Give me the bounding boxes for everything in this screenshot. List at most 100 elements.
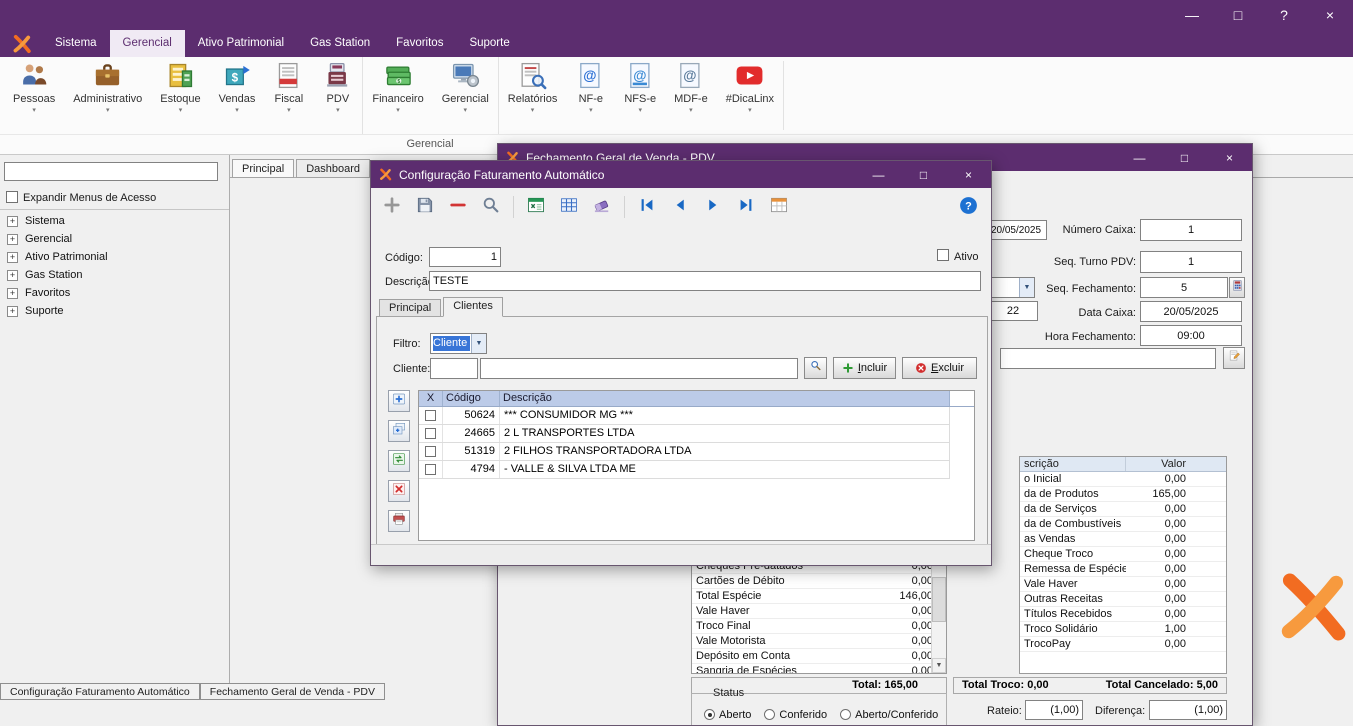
turno-combobox[interactable]: ▼: [988, 277, 1035, 298]
data-caixa-input[interactable]: [1140, 301, 1242, 322]
table-row[interactable]: 513192 FILHOS TRANSPORTADORA LTDA: [419, 443, 950, 461]
data-movimento-field[interactable]: [985, 220, 1047, 240]
ativo-checkbox[interactable]: [937, 249, 949, 261]
report-button[interactable]: [766, 194, 792, 220]
tree-item-favoritos[interactable]: +Favoritos: [0, 284, 229, 302]
task-tab-fechamento-geral-de-venda-pdv[interactable]: Fechamento Geral de Venda - PDV: [200, 683, 385, 700]
nav-last-button[interactable]: [733, 194, 759, 220]
grid-transfer-button[interactable]: [388, 450, 410, 472]
clientes-grid[interactable]: XCódigoDescrição 50624*** CONSUMIDOR MG …: [418, 390, 975, 541]
chevron-down-icon[interactable]: ▼: [471, 334, 486, 353]
ribbon-item-mdf-e[interactable]: @MDF-e▾: [665, 57, 717, 134]
fechamento-minimize-button[interactable]: —: [1117, 144, 1162, 171]
menu-favoritos[interactable]: Favoritos: [383, 30, 456, 57]
menu-gerencial[interactable]: Gerencial: [110, 30, 185, 57]
codigo-caixa-field[interactable]: [988, 301, 1038, 321]
dialog-close-button[interactable]: ×: [946, 161, 991, 188]
dialog-tab-clientes[interactable]: Clientes: [443, 297, 503, 317]
hora-fechamento-input[interactable]: [1140, 325, 1242, 346]
status-radio-conferido[interactable]: Conferido: [764, 709, 827, 721]
task-tab-configuracao-faturamento-automatico[interactable]: Configuração Faturamento Automático: [0, 683, 200, 700]
fechamento-close-button[interactable]: ×: [1207, 144, 1252, 171]
list-row[interactable]: Outras Receitas0,00: [1020, 592, 1226, 607]
list-row[interactable]: Troco Solidário1,00: [1020, 622, 1226, 637]
row-select-cell[interactable]: [419, 443, 443, 460]
list-row[interactable]: Vale Haver0,00: [692, 604, 946, 619]
list-row[interactable]: Depósito em Conta0,00: [692, 649, 946, 664]
expand-plus-icon[interactable]: +: [7, 234, 18, 245]
expand-plus-icon[interactable]: +: [7, 288, 18, 299]
chevron-down-icon[interactable]: ▾: [396, 106, 400, 114]
chevron-down-icon[interactable]: ▾: [32, 106, 36, 114]
grid-delete-button[interactable]: [388, 480, 410, 502]
chevron-down-icon[interactable]: ▾: [336, 106, 340, 114]
ribbon-item-estoque[interactable]: Estoque▾: [151, 57, 209, 134]
dialog-minimize-button[interactable]: —: [856, 161, 901, 188]
cliente-nome-input[interactable]: [480, 358, 798, 379]
chevron-down-icon[interactable]: ▾: [531, 106, 535, 114]
chevron-down-icon[interactable]: ▾: [638, 106, 642, 114]
menu-sistema[interactable]: Sistema: [42, 30, 110, 57]
expand-plus-icon[interactable]: +: [7, 306, 18, 317]
list-row[interactable]: Remessa de Espécies0,00: [1020, 562, 1226, 577]
tree-item-gas-station[interactable]: +Gas Station: [0, 266, 229, 284]
incluir-button[interactable]: Incluir: [833, 357, 896, 379]
row-checkbox[interactable]: [425, 464, 436, 475]
row-checkbox[interactable]: [425, 446, 436, 457]
expand-plus-icon[interactable]: +: [7, 216, 18, 227]
chevron-down-icon[interactable]: ▾: [106, 106, 110, 114]
tab-principal[interactable]: Principal: [232, 159, 294, 178]
menu-gas-station[interactable]: Gas Station: [297, 30, 383, 57]
list-row[interactable]: da de Combustíveis0,00: [1020, 517, 1226, 532]
ribbon-item-pessoas[interactable]: Pessoas▾: [4, 57, 64, 134]
grid-print-button[interactable]: [388, 510, 410, 532]
diferenca-input[interactable]: [1149, 700, 1227, 720]
expand-plus-icon[interactable]: +: [7, 270, 18, 281]
restore-button[interactable]: □: [1215, 0, 1261, 30]
list-row[interactable]: Sangria de Espécies0,00: [692, 664, 946, 674]
table-button[interactable]: [556, 194, 582, 220]
list-row[interactable]: da de Produtos165,00: [1020, 487, 1226, 502]
sidebar-search-input[interactable]: [4, 162, 218, 181]
table-row[interactable]: 4794- VALLE & SILVA LTDA ME: [419, 461, 950, 479]
ribbon-item-nfs-e[interactable]: @NFS-e▾: [615, 57, 665, 134]
status-radio-aberto[interactable]: Aberto: [704, 709, 751, 721]
excluir-button[interactable]: Excluir: [902, 357, 977, 379]
seq-fechamento-button[interactable]: [1229, 277, 1245, 298]
resumo-list[interactable]: scrição Valor o Inicial0,00da de Produto…: [1019, 456, 1227, 674]
list-row[interactable]: Vale Haver0,00: [1020, 577, 1226, 592]
ribbon-item-administrativo[interactable]: Administrativo▾: [64, 57, 151, 134]
chevron-down-icon[interactable]: ▾: [235, 106, 239, 114]
grid-add-button[interactable]: [388, 390, 410, 412]
menu-ativo-patrimonial[interactable]: Ativo Patrimonial: [185, 30, 297, 57]
ribbon-item-dicalinx[interactable]: #DicaLinx▾: [717, 57, 783, 134]
row-select-cell[interactable]: [419, 425, 443, 442]
list-row[interactable]: Total Espécie146,00: [692, 589, 946, 604]
close-button[interactable]: ×: [1307, 0, 1353, 30]
cliente-lookup-button[interactable]: [804, 357, 827, 379]
table-row[interactable]: 50624*** CONSUMIDOR MG ***: [419, 407, 950, 425]
eraser-button[interactable]: [589, 194, 615, 220]
status-radio-aberto-conferido[interactable]: Aberto/Conferido: [840, 709, 938, 721]
observacao-button[interactable]: [1223, 347, 1245, 369]
export-grid-button[interactable]: [523, 194, 549, 220]
fechamento-maximize-button[interactable]: □: [1162, 144, 1207, 171]
ribbon-item-financeiro[interactable]: $Financeiro▾: [362, 57, 432, 134]
scrollbar-thumb[interactable]: [932, 577, 946, 622]
dialog-titlebar[interactable]: Configuração Faturamento Automático — □ …: [371, 161, 991, 188]
row-select-cell[interactable]: [419, 407, 443, 424]
chevron-down-icon[interactable]: ▾: [748, 106, 752, 114]
nav-next-button[interactable]: [700, 194, 726, 220]
scroll-down-icon[interactable]: ▼: [932, 658, 946, 673]
search-button[interactable]: [478, 194, 504, 220]
codigo-input[interactable]: [429, 247, 501, 267]
cliente-codigo-input[interactable]: [430, 358, 478, 379]
descricao-input[interactable]: [429, 271, 981, 291]
ribbon-item-gerencial[interactable]: Gerencial▾: [433, 57, 498, 134]
list-row[interactable]: TrocoPay0,00: [1020, 637, 1226, 652]
expand-menus-checkbox[interactable]: [6, 191, 18, 203]
list-row[interactable]: as Vendas0,00: [1020, 532, 1226, 547]
list-row[interactable]: Cartões de Débito0,00: [692, 574, 946, 589]
nav-first-button[interactable]: [634, 194, 660, 220]
dialog-maximize-button[interactable]: □: [901, 161, 946, 188]
